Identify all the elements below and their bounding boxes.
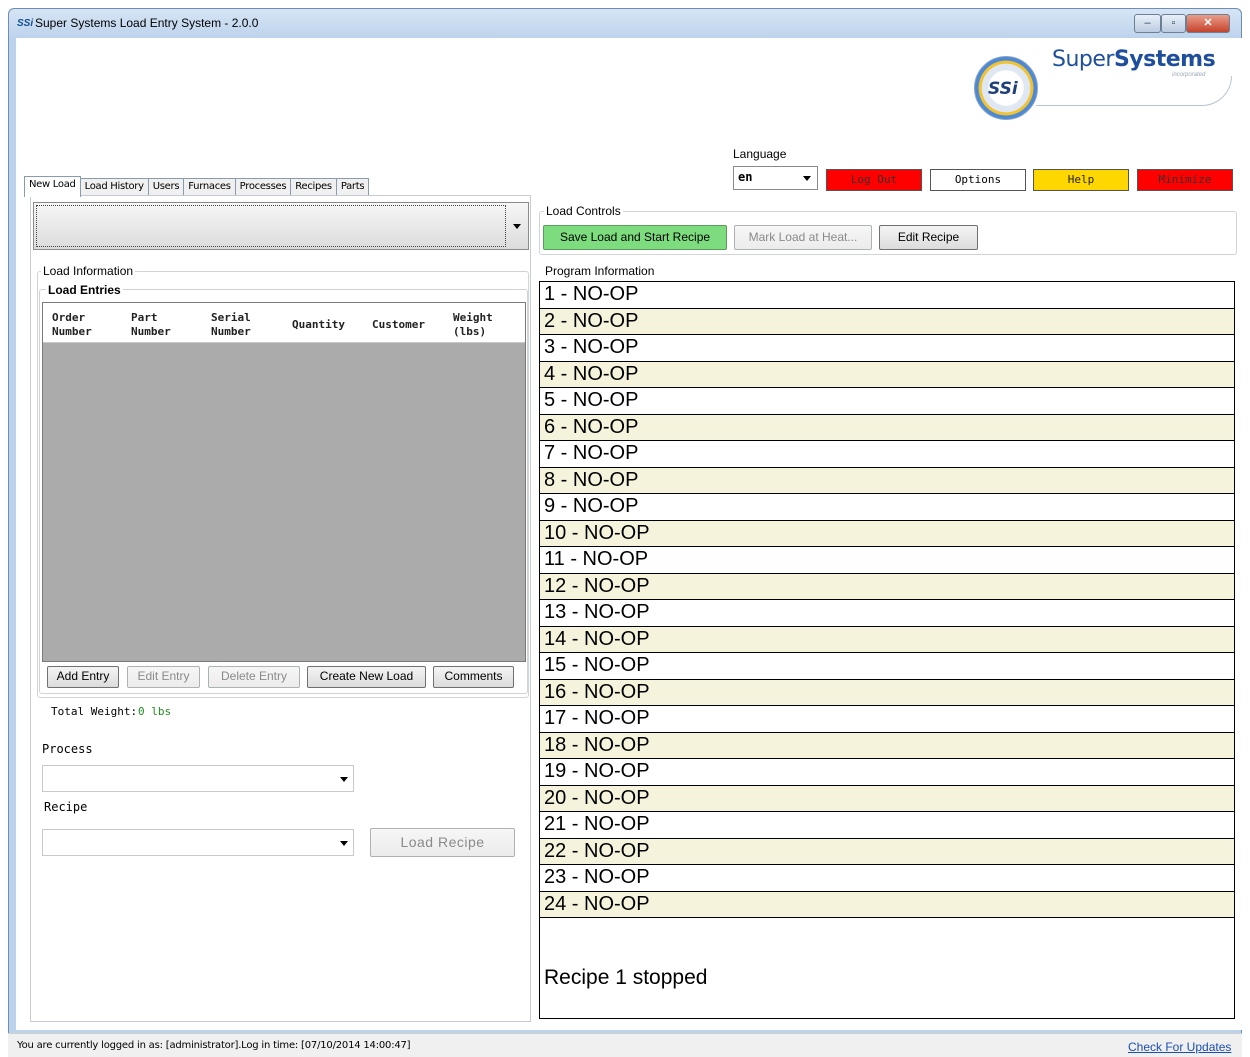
load-controls-title: Load Controls — [544, 204, 623, 218]
column-header[interactable]: Customer — [363, 303, 444, 342]
tab-strip: New Load Load History Users Furnaces Process… — [24, 176, 370, 197]
create-new-load-button[interactable]: Create New Load — [307, 666, 426, 688]
program-step-row[interactable]: 20 - NO-OP — [540, 785, 1234, 812]
program-step-row[interactable]: 16 - NO-OP — [540, 679, 1234, 706]
tab-parts[interactable]: Parts — [335, 178, 370, 196]
window-maximize-button[interactable]: ▫ — [1161, 14, 1186, 33]
program-step-row[interactable]: 6 - NO-OP — [540, 414, 1234, 441]
total-weight-label: Total Weight: — [51, 705, 138, 718]
program-step-row[interactable]: 1 - NO-OP — [540, 282, 1234, 309]
grid-header: Order Number Part Number Serial Number Quan… — [43, 303, 525, 343]
program-step-row[interactable]: 4 - NO-OP — [540, 361, 1234, 388]
recipe-label: Recipe — [44, 800, 88, 814]
column-header[interactable]: Quantity — [283, 303, 363, 342]
logo-word-bold: Systems — [1113, 47, 1216, 72]
window-close-button[interactable]: ✕ — [1186, 14, 1230, 33]
check-for-updates-link[interactable]: Check For Updates — [1128, 1040, 1231, 1054]
column-header[interactable]: Serial Number — [202, 303, 283, 342]
recipe-select[interactable] — [42, 829, 354, 856]
furnace-select[interactable] — [33, 202, 529, 250]
language-value: en — [738, 170, 753, 184]
language-select[interactable]: en — [733, 166, 818, 190]
furnace-select-value — [36, 205, 506, 247]
logo-swoosh — [1036, 76, 1232, 106]
load-recipe-button[interactable]: Load Recipe — [370, 828, 515, 857]
program-step-row[interactable]: 5 - NO-OP — [540, 388, 1234, 415]
program-step-row[interactable]: 23 - NO-OP — [540, 865, 1234, 892]
tab-processes[interactable]: Processes — [234, 178, 292, 196]
chevron-down-icon — [340, 777, 348, 782]
program-step-row[interactable]: 13 - NO-OP — [540, 600, 1234, 627]
language-label: Language — [733, 147, 787, 161]
tab-load-history[interactable]: Load History — [79, 178, 149, 196]
app-logo-icon: SSi — [17, 18, 34, 29]
program-step-row[interactable]: 17 - NO-OP — [540, 706, 1234, 733]
program-step-row[interactable]: 18 - NO-OP — [540, 732, 1234, 759]
add-entry-button[interactable]: Add Entry — [47, 666, 119, 688]
window-title: Super Systems Load Entry System - 2.0.0 — [35, 16, 259, 30]
window-minimize-button[interactable]: – — [1134, 14, 1161, 33]
recipe-status-text: Recipe 1 stopped — [544, 966, 708, 989]
program-step-row[interactable]: 24 - NO-OP — [540, 891, 1234, 918]
mark-load-at-heat-button[interactable]: Mark Load at Heat... — [734, 225, 872, 250]
comments-button[interactable]: Comments — [433, 666, 514, 688]
program-steps-list[interactable]: 1 - NO-OP 2 - NO-OP 3 - NO-OP 4 - NO-OP 5 - … — [539, 281, 1235, 1019]
load-entries-title: Load Entries — [46, 283, 123, 297]
chevron-down-icon — [340, 841, 348, 846]
program-step-row[interactable]: 7 - NO-OP — [540, 441, 1234, 468]
edit-recipe-button[interactable]: Edit Recipe — [879, 225, 978, 250]
edit-entry-button[interactable]: Edit Entry — [127, 666, 200, 688]
column-header[interactable]: Weight (lbs) — [444, 303, 524, 342]
tab-furnaces[interactable]: Furnaces — [183, 178, 236, 196]
column-header[interactable]: Part Number — [122, 303, 202, 342]
delete-entry-button[interactable]: Delete Entry — [208, 666, 300, 688]
process-select[interactable] — [42, 765, 354, 792]
tab-recipes[interactable]: Recipes — [290, 178, 337, 196]
program-step-row[interactable]: 14 - NO-OP — [540, 626, 1234, 653]
tab-users[interactable]: Users — [147, 178, 185, 196]
load-entries-grid[interactable]: Order Number Part Number Serial Number Quan… — [42, 302, 526, 662]
load-information-title: Load Information — [41, 264, 136, 278]
program-step-row[interactable]: 10 - NO-OP — [540, 520, 1234, 547]
program-step-row[interactable]: 9 - NO-OP — [540, 494, 1234, 521]
minimize-app-button[interactable]: Minimize — [1137, 169, 1233, 191]
program-step-row[interactable]: 22 - NO-OP — [540, 838, 1234, 865]
total-weight-value: 0 lbs — [138, 705, 172, 718]
program-step-row[interactable]: 19 - NO-OP — [540, 759, 1234, 786]
program-step-row[interactable]: 12 - NO-OP — [540, 573, 1234, 600]
logo-mark: SSi — [988, 79, 1018, 99]
chevron-down-icon — [803, 176, 811, 181]
logo-word-light: Super — [1052, 47, 1114, 72]
logout-button[interactable]: Log Out — [826, 169, 922, 191]
logo-subtitle: incorporated — [1172, 72, 1206, 78]
tab-new-load[interactable]: New Load — [24, 176, 81, 197]
save-load-and-start-recipe-button[interactable]: Save Load and Start Recipe — [543, 225, 727, 250]
title-bar[interactable]: SSi Super Systems Load Entry System - 2.… — [9, 9, 1241, 39]
program-step-row[interactable]: 3 - NO-OP — [540, 335, 1234, 362]
program-step-row[interactable]: 21 - NO-OP — [540, 812, 1234, 839]
options-button[interactable]: Options — [930, 169, 1026, 191]
program-step-row[interactable]: 15 - NO-OP — [540, 653, 1234, 680]
process-label: Process — [42, 742, 93, 756]
logo-wordmark: SuperSystems — [1052, 47, 1216, 72]
chevron-down-icon — [513, 224, 521, 229]
login-status-text: You are currently logged in as: [adminis… — [17, 1040, 411, 1051]
program-information-title: Program Information — [545, 264, 655, 278]
program-step-row[interactable]: 8 - NO-OP — [540, 467, 1234, 494]
help-button[interactable]: Help — [1033, 169, 1129, 191]
program-step-row[interactable]: 2 - NO-OP — [540, 308, 1234, 335]
column-header[interactable]: Order Number — [43, 303, 122, 342]
program-step-row[interactable]: 11 - NO-OP — [540, 547, 1234, 574]
